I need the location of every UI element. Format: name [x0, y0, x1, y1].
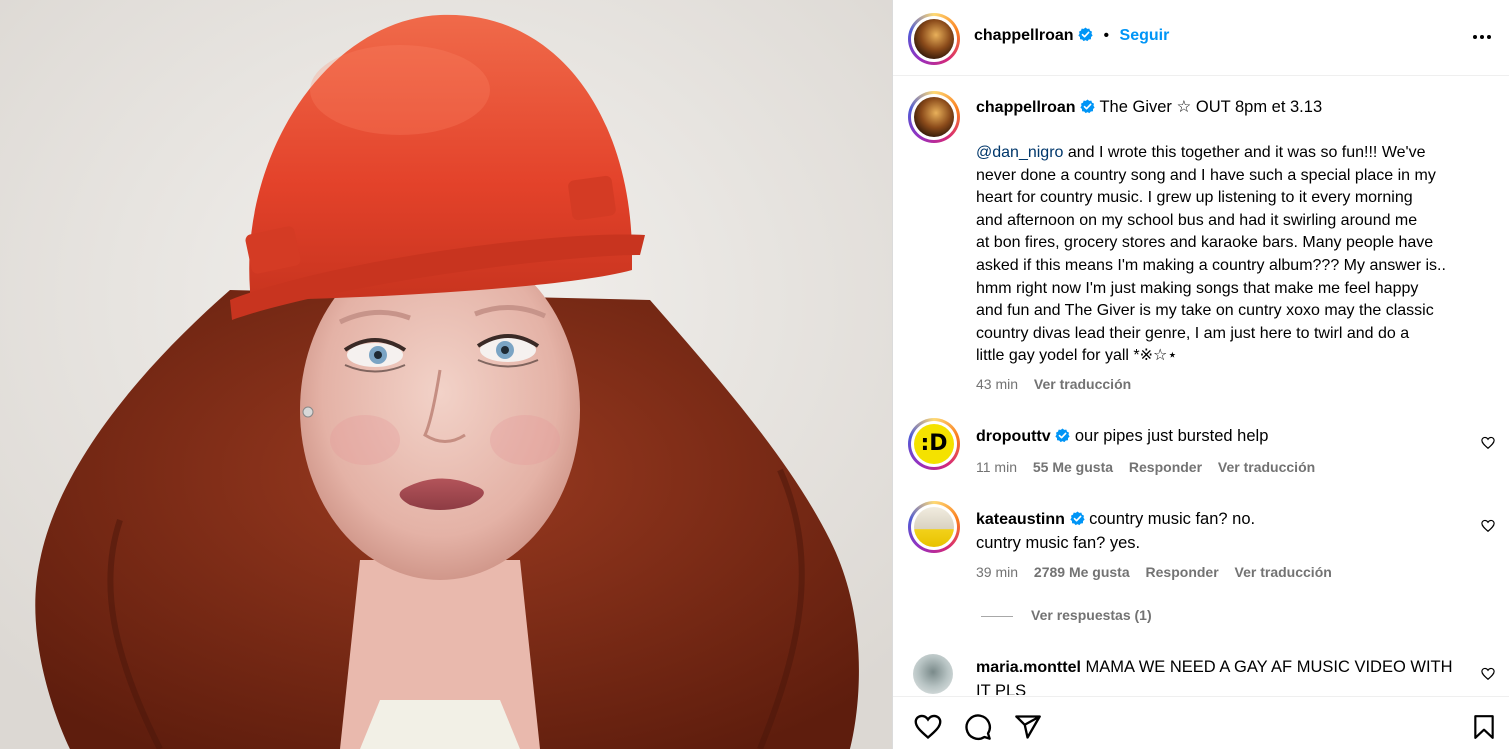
heart-icon[interactable]	[913, 713, 943, 741]
more-options-icon[interactable]	[1471, 26, 1493, 51]
replies-divider	[981, 616, 1013, 617]
caption-line: never done a country song and I have suc…	[976, 166, 1436, 184]
caption-line: and fun and The Giver is my take on cunt…	[976, 302, 1434, 320]
comment-body: IT PLS	[976, 681, 1027, 695]
comment-meta: 39 min 2789 Me gusta Responder Ver tradu…	[976, 564, 1344, 580]
caption-line: at bon fires, grocery stores and karaoke…	[976, 234, 1434, 252]
follow-button[interactable]: Seguir	[1120, 27, 1170, 44]
caption-line: little gay yodel for yall *※☆⋆	[976, 347, 1178, 365]
caption-line: and I wrote this together and it was so …	[1063, 144, 1426, 161]
post-side-panel: chappellroan • Seguir chappellroan The G…	[892, 0, 1509, 749]
author-avatar[interactable]	[908, 13, 960, 65]
comment-body: country music fan? no.	[1089, 510, 1256, 528]
view-replies-button[interactable]: Ver respuestas (1)	[1031, 607, 1152, 623]
commenter-avatar[interactable]	[908, 501, 960, 553]
instagram-post-view: chappellroan • Seguir chappellroan The G…	[0, 0, 1509, 749]
heart-icon[interactable]	[1481, 436, 1495, 450]
comment-bubble-icon[interactable]	[963, 713, 993, 741]
portrait-image	[0, 0, 892, 749]
author-username[interactable]: chappellroan	[974, 27, 1074, 44]
comment-item: kateaustinn country music fan? no. cuntr…	[893, 497, 1509, 587]
header-user-line: chappellroan • Seguir	[974, 27, 1169, 45]
caption-line: heart for country music. I grew up liste…	[976, 189, 1413, 207]
caption-meta: 43 min Ver traducción	[976, 376, 1143, 392]
commenter-avatar[interactable]: :D	[908, 418, 960, 470]
caption-title: The Giver ☆ OUT 8pm et 3.13	[1099, 98, 1323, 116]
verified-badge-icon	[1055, 428, 1070, 443]
verified-badge-icon	[1069, 511, 1085, 526]
translate-button[interactable]: Ver traducción	[1235, 564, 1332, 580]
heart-icon[interactable]	[1481, 667, 1495, 681]
mention-link[interactable]: @dan_nigro	[976, 144, 1063, 161]
caption-translate-button[interactable]: Ver traducción	[1034, 376, 1131, 392]
comment-item: maria.monttel MAMA WE NEED A GAY AF MUSI…	[893, 650, 1509, 695]
post-action-bar	[893, 696, 1509, 749]
comment-text: dropouttv our pipes just bursted help	[976, 425, 1476, 449]
post-header: chappellroan • Seguir	[893, 0, 1509, 76]
reply-button[interactable]: Responder	[1146, 564, 1219, 580]
comment-likes[interactable]: 55 Me gusta	[1033, 459, 1113, 475]
caption-time[interactable]: 43 min	[976, 376, 1018, 392]
verified-badge-icon	[1080, 99, 1095, 114]
translate-button[interactable]: Ver traducción	[1218, 459, 1315, 475]
commenter-username[interactable]: dropouttv	[976, 428, 1051, 445]
comment-likes[interactable]: 2789 Me gusta	[1034, 564, 1130, 580]
comment-item: :D dropouttv our pipes just bursted help…	[893, 414, 1509, 484]
comments-scroll-area[interactable]: chappellroan The Giver ☆ OUT 8pm et 3.13…	[893, 77, 1509, 695]
comment-text: maria.monttel MAMA WE NEED A GAY AF MUSI…	[976, 656, 1476, 695]
commenter-username[interactable]: kateaustinn	[976, 511, 1065, 528]
post-photo[interactable]	[0, 0, 892, 749]
reply-button[interactable]: Responder	[1129, 459, 1202, 475]
comment-time[interactable]: 11 min	[976, 459, 1017, 475]
caption-title-line: chappellroan The Giver ☆ OUT 8pm et 3.13	[976, 96, 1476, 120]
caption-block: chappellroan The Giver ☆ OUT 8pm et 3.13…	[893, 77, 1509, 407]
view-replies[interactable]: Ver respuestas (1)	[893, 606, 1509, 628]
comment-body: MAMA WE NEED A GAY AF MUSIC VIDEO WITH	[1085, 658, 1453, 676]
paper-plane-icon[interactable]	[1013, 713, 1043, 741]
caption-body: @dan_nigro and I wrote this together and…	[976, 142, 1476, 368]
dropout-logo: :D	[914, 424, 954, 464]
caption-line: country divas lead their genre, I am jus…	[976, 324, 1410, 342]
caption-line: and afternoon on my school bus and had i…	[976, 211, 1418, 229]
commenter-avatar[interactable]	[913, 654, 953, 694]
comment-meta: 11 min 55 Me gusta Responder Ver traducc…	[976, 459, 1327, 475]
comment-text: kateaustinn country music fan? no. cuntr…	[976, 508, 1476, 554]
caption-username[interactable]: chappellroan	[976, 99, 1076, 116]
heart-icon[interactable]	[1481, 519, 1495, 533]
caption-line: hmm right now I'm just making songs that…	[976, 279, 1419, 297]
verified-badge-icon	[1078, 27, 1093, 42]
comment-body: our pipes just bursted help	[1074, 427, 1269, 445]
bookmark-icon[interactable]	[1471, 713, 1497, 741]
caption-avatar[interactable]	[908, 91, 960, 143]
separator-dot: •	[1103, 27, 1110, 44]
comment-body: cuntry music fan? yes.	[976, 533, 1141, 552]
commenter-username[interactable]: maria.monttel	[976, 659, 1081, 676]
comment-time[interactable]: 39 min	[976, 564, 1018, 580]
caption-line: asked if this means I'm making a country…	[976, 256, 1446, 274]
